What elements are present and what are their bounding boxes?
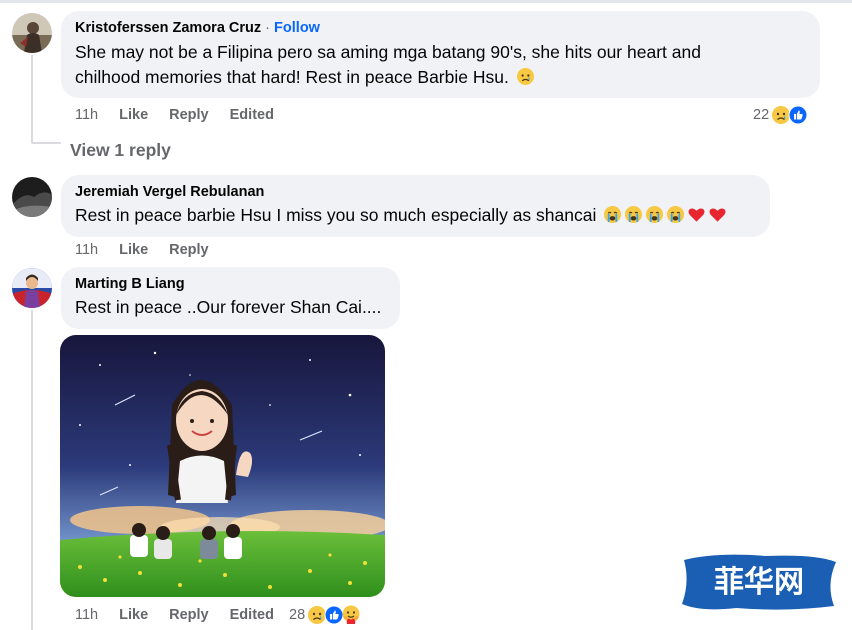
reaction-summary[interactable]: 22 xyxy=(753,104,808,126)
top-divider xyxy=(0,0,852,3)
comment-author[interactable]: Jeremiah Vergel Rebulanan xyxy=(75,183,758,202)
like-emoji-icon xyxy=(788,105,808,125)
edited-label: Edited xyxy=(229,607,274,623)
watermark-text: 菲华网 xyxy=(714,565,804,600)
timestamp[interactable]: 11h xyxy=(75,607,98,623)
comment-text-line: chilhood memories that hard! Rest in pea… xyxy=(75,67,509,87)
site-watermark-logo: 菲华网 xyxy=(676,550,842,614)
avatar[interactable] xyxy=(12,268,52,308)
avatar[interactable] xyxy=(12,13,52,53)
comment-bubble: Marting B Liang Rest in peace ..Our fore… xyxy=(61,267,400,329)
view-replies-link[interactable]: View 1 reply xyxy=(70,140,171,161)
separator-dot: · xyxy=(265,20,271,36)
reply-button[interactable]: Reply xyxy=(169,107,209,123)
reaction-summary[interactable]: 28 xyxy=(289,604,361,626)
like-button[interactable]: Like xyxy=(119,107,148,123)
reply-button[interactable]: Reply xyxy=(169,242,209,258)
crying-emoji-icon xyxy=(667,205,685,224)
crying-emoji-icon xyxy=(646,205,664,224)
comment-text: Rest in peace barbie Hsu I miss you so m… xyxy=(75,205,597,225)
comment-image[interactable] xyxy=(60,335,385,597)
sad-emoji-icon xyxy=(516,67,534,86)
comment-author[interactable]: Marting B Liang xyxy=(75,275,388,294)
red-heart-emoji-icon xyxy=(688,208,705,222)
reaction-count: 22 xyxy=(753,107,770,123)
edited-label: Edited xyxy=(229,107,274,123)
comment-text: Rest in peace ..Our forever Shan Cai.... xyxy=(75,297,382,317)
comment-bubble: Jeremiah Vergel Rebulanan Rest in peace … xyxy=(61,175,770,237)
care-emoji-icon xyxy=(342,605,360,624)
comment-text: She may not be a Filipina pero sa aming … xyxy=(75,40,808,90)
comment-actions: 11h Like Reply Edited xyxy=(75,605,274,625)
timestamp[interactable]: 11h xyxy=(75,107,98,123)
comment-author[interactable]: Kristoferssen Zamora Cruz xyxy=(75,20,261,36)
follow-button[interactable]: Follow xyxy=(274,20,320,36)
red-heart-emoji-icon xyxy=(709,208,726,222)
comment-actions: 11h Like Reply Edited xyxy=(75,105,274,125)
thread-connector-elbow xyxy=(31,142,61,144)
comment-bubble: Kristoferssen Zamora Cruz · Follow She m… xyxy=(61,11,820,98)
reply-button[interactable]: Reply xyxy=(169,607,209,623)
comment-actions: 11h Like Reply xyxy=(75,240,230,260)
comment-text-line: She may not be a Filipina pero sa aming … xyxy=(75,42,701,62)
crying-emoji-icon xyxy=(604,205,622,224)
reaction-count: 28 xyxy=(289,607,306,623)
like-button[interactable]: Like xyxy=(119,242,148,258)
timestamp[interactable]: 11h xyxy=(75,242,98,258)
like-button[interactable]: Like xyxy=(119,607,148,623)
thread-connector xyxy=(31,55,33,143)
thread-connector xyxy=(31,310,33,630)
avatar[interactable] xyxy=(12,177,52,217)
crying-emoji-icon xyxy=(625,205,643,224)
